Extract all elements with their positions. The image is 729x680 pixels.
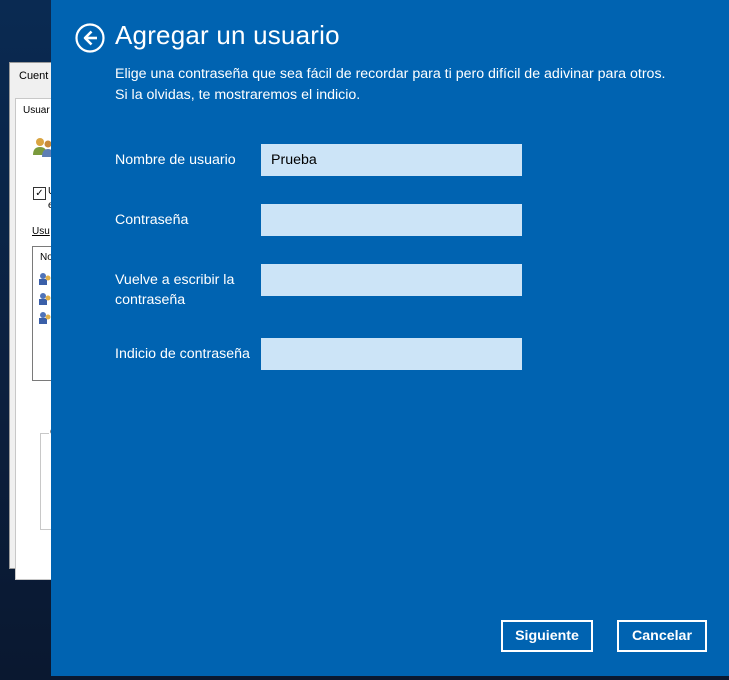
page-description: Elige una contraseña que sea fácil de re…	[115, 66, 666, 103]
password-hint-label: Indicio de contraseña	[115, 346, 250, 362]
username-input[interactable]	[261, 144, 522, 176]
reenter-password-input[interactable]	[261, 264, 522, 296]
reenter-password-label: Vuelve a escribir la contraseña	[115, 272, 235, 308]
back-arrow-circle-icon[interactable]	[75, 23, 105, 53]
password-input[interactable]	[261, 204, 522, 236]
password-hint-input[interactable]	[261, 338, 522, 370]
users-list-label: Usu	[32, 226, 50, 237]
page-title: Agregar un usuario	[115, 20, 340, 50]
user-icon	[39, 293, 51, 305]
user-accounts-window-title: Cuent	[19, 70, 49, 82]
must-enter-credentials-checkbox[interactable]: ✓	[33, 187, 46, 200]
cancel-button[interactable]: Cancelar	[617, 620, 707, 652]
username-label: Nombre de usuario	[115, 152, 236, 168]
add-user-dialog: Agregar un usuario Elige una contraseña …	[51, 0, 729, 676]
user-icon	[39, 312, 51, 324]
next-button[interactable]: Siguiente	[501, 620, 593, 652]
tab-users[interactable]: Usuar	[23, 105, 50, 116]
user-icon	[39, 273, 51, 285]
password-label: Contraseña	[115, 212, 189, 228]
